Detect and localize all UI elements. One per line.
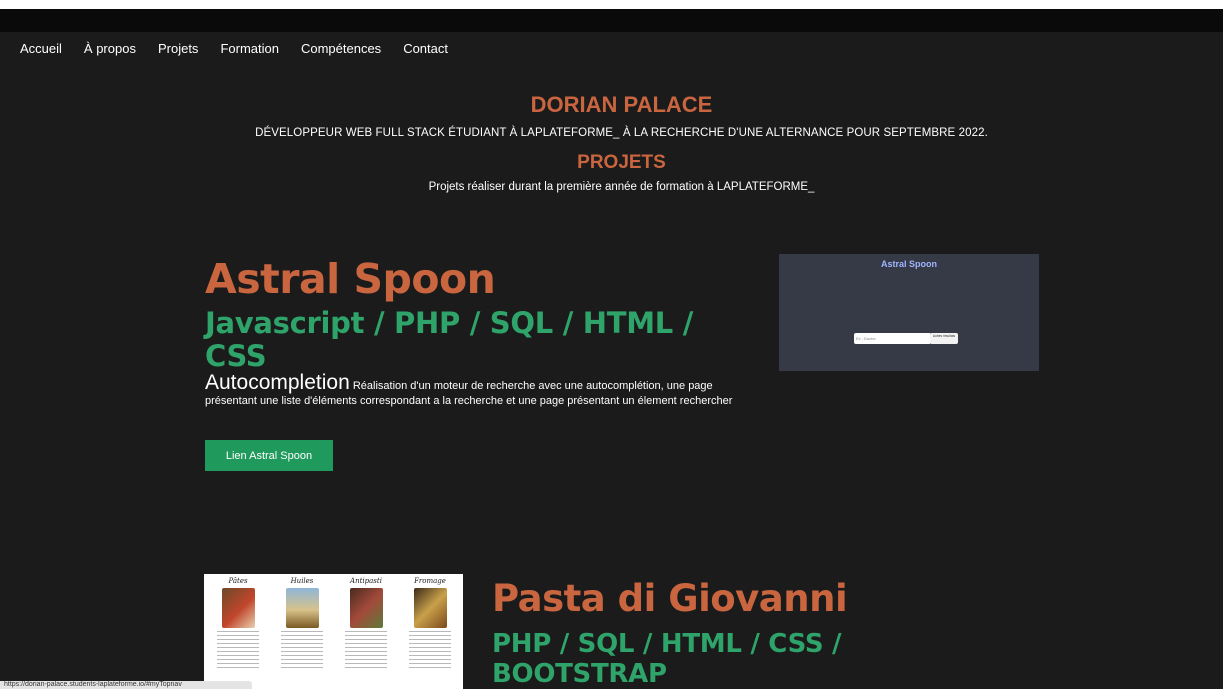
thumb-column-text	[217, 631, 259, 671]
thumb-column-text	[409, 631, 451, 671]
project2-title: Pasta di Giovanni	[492, 577, 848, 620]
hero-subtitle: DÉVELOPPEUR WEB FULL STACK ÉTUDIANT À LA…	[255, 127, 988, 139]
page-frame: Accueil À propos Projets Formation Compé…	[0, 9, 1223, 689]
thumb-column-title: Huiles	[290, 577, 314, 585]
thumb-column-title: Antipasti	[350, 577, 382, 585]
thumb-column-text	[345, 631, 387, 671]
hero-name: DORIAN PALACE	[530, 92, 713, 117]
oil-image	[285, 588, 319, 628]
projects-title: PROJETS	[577, 152, 666, 173]
project1-tech: Javascript / PHP / SQL / HTML / CSS	[205, 306, 694, 373]
project2-thumbnail[interactable]: Pâtes Huiles Antipasti Fromage	[204, 574, 463, 689]
thumb-column-huiles: Huiles	[277, 574, 327, 671]
thumb-column-fromage: Fromage	[405, 574, 455, 671]
thumb-column-pates: Pâtes	[213, 574, 263, 671]
thumbnail-search-button: Autres résultats	[930, 333, 958, 344]
project2-tech: PHP / SQL / HTML / CSS / BOOTSTRAP	[492, 629, 842, 689]
projects-subtitle: Projets réaliser durant la première anné…	[428, 181, 815, 193]
cheese-image	[413, 588, 447, 628]
nav-item-contact[interactable]: Contact	[403, 41, 448, 56]
thumb-column-title: Fromage	[414, 577, 446, 585]
project1-description: Autocompletion Réalisation d'un moteur d…	[205, 372, 745, 408]
project1-title: Astral Spoon	[205, 255, 496, 303]
thumb-column-title: Pâtes	[228, 577, 248, 585]
nav-item-projets[interactable]: Projets	[158, 41, 198, 56]
pasta-image	[221, 588, 255, 628]
thumb-column-text	[281, 631, 323, 671]
thumb-column-antipasti: Antipasti	[341, 574, 391, 671]
thumbnail-search-input: Ex : Doctor	[854, 333, 931, 344]
thumbnail-title: Astral Spoon	[880, 259, 937, 269]
nav-item-a-propos[interactable]: À propos	[84, 41, 136, 56]
nav-item-formation[interactable]: Formation	[220, 41, 279, 56]
top-bar	[0, 9, 1223, 32]
project1-thumbnail[interactable]: Astral Spoon Ex : Doctor Autres résultat…	[779, 254, 1039, 371]
nav-item-competences[interactable]: Compétences	[301, 41, 381, 56]
top-nav: Accueil À propos Projets Formation Compé…	[0, 32, 470, 64]
project1-desc-lead: Autocompletion	[205, 371, 350, 394]
antipasti-image	[349, 588, 383, 628]
nav-item-accueil[interactable]: Accueil	[20, 41, 62, 56]
project1-link-button[interactable]: Lien Astral Spoon	[205, 440, 333, 471]
status-bar-url: https://dorian-palace.students-laplatefo…	[0, 681, 252, 689]
